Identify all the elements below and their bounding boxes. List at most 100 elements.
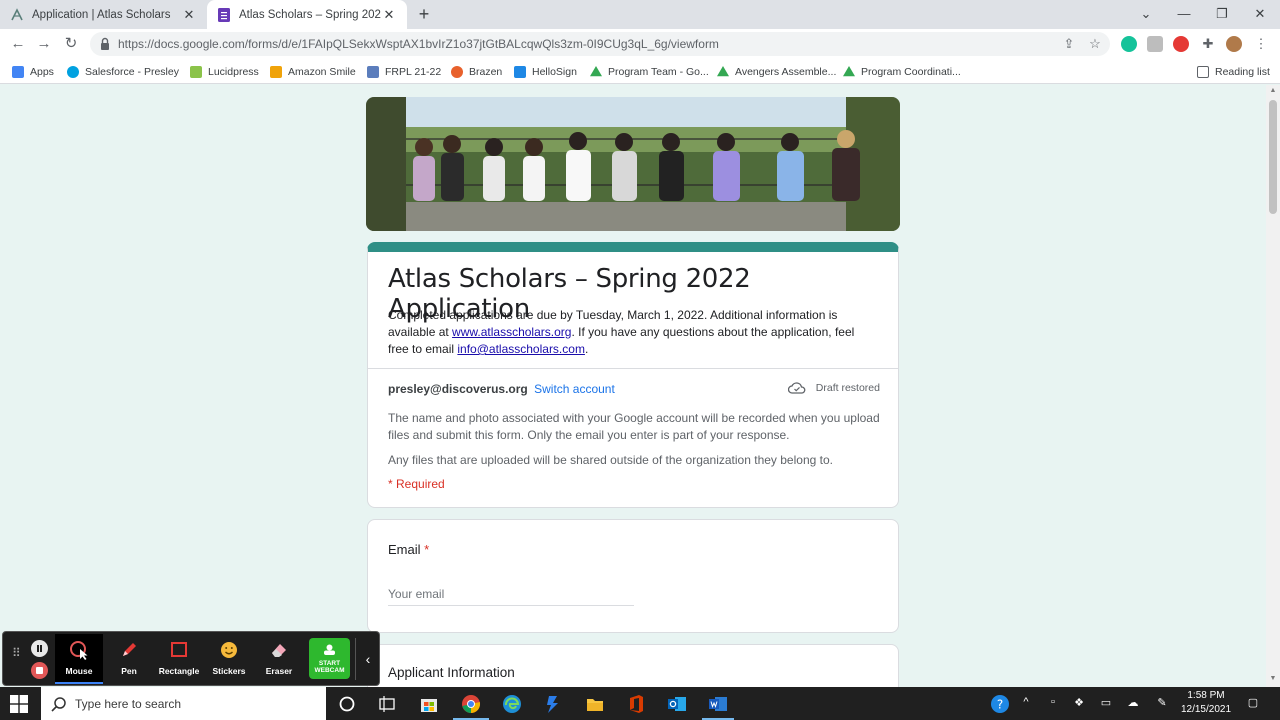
chrome-icon[interactable] [461, 694, 481, 714]
file-sharing-note: Any files that are uploaded will be shar… [388, 453, 833, 467]
section-title: Applicant Information [388, 665, 515, 680]
app-icon[interactable] [543, 694, 563, 714]
website-link[interactable]: www.atlasscholars.org [452, 325, 571, 339]
system-clock[interactable]: 1:58 PM 12/15/2021 [1175, 689, 1237, 717]
atlas-favicon-icon [10, 7, 24, 22]
dropbox-icon[interactable]: ❖ [1071, 696, 1087, 712]
account-email: presley@discoverus.org [388, 382, 528, 396]
pen-icon [123, 643, 136, 656]
bookmark-program-team[interactable]: Program Team - Go... [590, 64, 709, 80]
reading-list-button[interactable]: Reading list [1197, 64, 1270, 80]
tab-title: Atlas Scholars – Spring 2022 Application [239, 8, 381, 21]
show-hidden-icons-chevron-icon[interactable]: ^ [1018, 696, 1034, 712]
email-link[interactable]: info@atlasscholars.com [457, 342, 585, 356]
cloud-done-icon [787, 382, 806, 394]
back-button[interactable]: ← [8, 34, 28, 54]
bookmark-amazon-smile[interactable]: Amazon Smile [270, 64, 356, 80]
pen-tool-button[interactable]: Pen [105, 634, 153, 684]
mouse-cursor-icon [70, 641, 88, 660]
screencastify-extension-icon[interactable] [1173, 36, 1189, 52]
tray-icon[interactable]: ▫ [1045, 696, 1061, 712]
microsoft-store-icon[interactable] [419, 694, 439, 714]
lock-icon [101, 37, 109, 50]
google-drive-icon [717, 66, 729, 77]
rectangle-tool-button[interactable]: Rectangle [155, 634, 203, 684]
file-explorer-icon[interactable] [585, 694, 605, 714]
scrollbar-thumb[interactable] [1269, 100, 1277, 214]
header-banner-image [366, 97, 900, 231]
mouse-tool-button[interactable]: Mouse [55, 634, 103, 684]
url-text: https://docs.google.com/forms/d/e/1FAIpQ… [118, 37, 719, 51]
stop-recording-button[interactable] [31, 662, 48, 679]
address-bar[interactable]: https://docs.google.com/forms/d/e/1FAIpQ… [90, 32, 1110, 56]
bookmark-star-icon[interactable]: ☆ [1086, 35, 1104, 53]
windows-start-icon[interactable] [10, 695, 28, 713]
email-field[interactable] [388, 582, 634, 606]
grammarly-extension-icon[interactable] [1121, 36, 1137, 52]
edge-icon[interactable] [502, 694, 522, 714]
extensions-puzzle-icon[interactable]: ✚ [1200, 36, 1216, 52]
scroll-down-arrow-icon[interactable]: ▼ [1269, 675, 1277, 682]
tab-application-atlas-scholars[interactable]: Application | Atlas Scholars ✕ [0, 0, 207, 29]
google-drive-icon [843, 66, 855, 77]
notifications-icon[interactable]: ▢ [1244, 696, 1262, 712]
bookmark-apps[interactable]: Apps [12, 64, 54, 80]
tab-spring-2022-application[interactable]: Atlas Scholars – Spring 2022 Application… [207, 0, 407, 29]
battery-icon[interactable]: ▭ [1097, 696, 1115, 712]
salesforce-cloud-icon [67, 66, 79, 78]
page-scrollbar[interactable]: ▲ ▼ [1266, 85, 1280, 687]
start-webcam-button[interactable]: START WEBCAM [309, 638, 350, 679]
collapse-chevron-icon[interactable]: ‹ [361, 648, 375, 670]
bookmark-lucidpress[interactable]: Lucidpress [190, 64, 259, 80]
word-icon[interactable] [708, 694, 728, 714]
apps-grid-icon [12, 66, 24, 78]
bookmark-hellosign[interactable]: HelloSign [514, 64, 577, 80]
onedrive-cloud-icon[interactable]: ☁ [1124, 696, 1142, 712]
draft-status: Draft restored [787, 382, 880, 394]
form-page: Atlas Scholars – Spring 2022 Application… [0, 85, 1266, 687]
stickers-tool-button[interactable]: Stickers [205, 634, 253, 684]
bookmark-avengers-assemble[interactable]: Avengers Assemble... [717, 64, 836, 80]
minimize-button[interactable]: — [1165, 0, 1203, 29]
tab-search-chevron-icon[interactable]: ⌄ [1127, 0, 1165, 29]
bookmarks-bar: Apps Salesforce - Presley Lucidpress Ama… [0, 59, 1280, 84]
profile-avatar[interactable] [1226, 36, 1242, 52]
restore-button[interactable]: ❐ [1203, 0, 1241, 29]
share-icon[interactable]: ⇪ [1060, 35, 1078, 53]
bookmark-brazen[interactable]: Brazen [451, 64, 502, 80]
pause-recording-button[interactable] [31, 640, 48, 657]
new-tab-button[interactable]: + [414, 4, 434, 24]
drag-handle-icon[interactable]: ⠿ [12, 647, 22, 668]
menu-kebab-icon[interactable]: ⋮ [1253, 36, 1269, 52]
close-tab-icon[interactable]: ✕ [381, 7, 397, 23]
windows-taskbar: Type here to search ? ^ ▫ ❖ ▭ ☁ ✎ 1:58 P… [0, 687, 1280, 720]
bookmark-program-coordination[interactable]: Program Coordinati... [843, 64, 961, 80]
scroll-up-arrow-icon[interactable]: ▲ [1269, 87, 1277, 94]
office-icon[interactable] [626, 694, 646, 714]
account-recording-note: The name and photo associated with your … [388, 411, 880, 442]
applicant-information-section: Applicant Information [367, 644, 899, 687]
tab-strip: Application | Atlas Scholars ✕ Atlas Sch… [0, 0, 1280, 29]
eraser-tool-button[interactable]: Eraser [255, 634, 303, 684]
bookmark-salesforce[interactable]: Salesforce - Presley [67, 64, 179, 80]
webcam-icon [324, 644, 335, 655]
document-icon [367, 66, 379, 78]
close-window-button[interactable]: ✕ [1241, 0, 1279, 29]
bookmark-frpl[interactable]: FRPL 21-22 [367, 64, 441, 80]
extension-icon[interactable] [1147, 36, 1163, 52]
taskbar-search-box[interactable]: Type here to search [41, 687, 326, 720]
pen-workspace-icon[interactable]: ✎ [1153, 696, 1171, 712]
close-tab-icon[interactable]: ✕ [181, 7, 197, 23]
task-view-icon[interactable] [377, 694, 397, 714]
forward-button[interactable]: → [34, 34, 54, 54]
help-icon[interactable]: ? [990, 694, 1010, 714]
eraser-icon [272, 644, 286, 657]
reload-button[interactable]: ↻ [61, 34, 81, 54]
outlook-icon[interactable] [667, 694, 687, 714]
rectangle-icon [171, 642, 187, 657]
switch-account-link[interactable]: Switch account [534, 382, 615, 396]
sticker-icon [221, 642, 237, 658]
lucidpress-icon [190, 66, 202, 78]
cortana-icon[interactable] [337, 694, 357, 714]
brazen-icon [451, 66, 463, 78]
